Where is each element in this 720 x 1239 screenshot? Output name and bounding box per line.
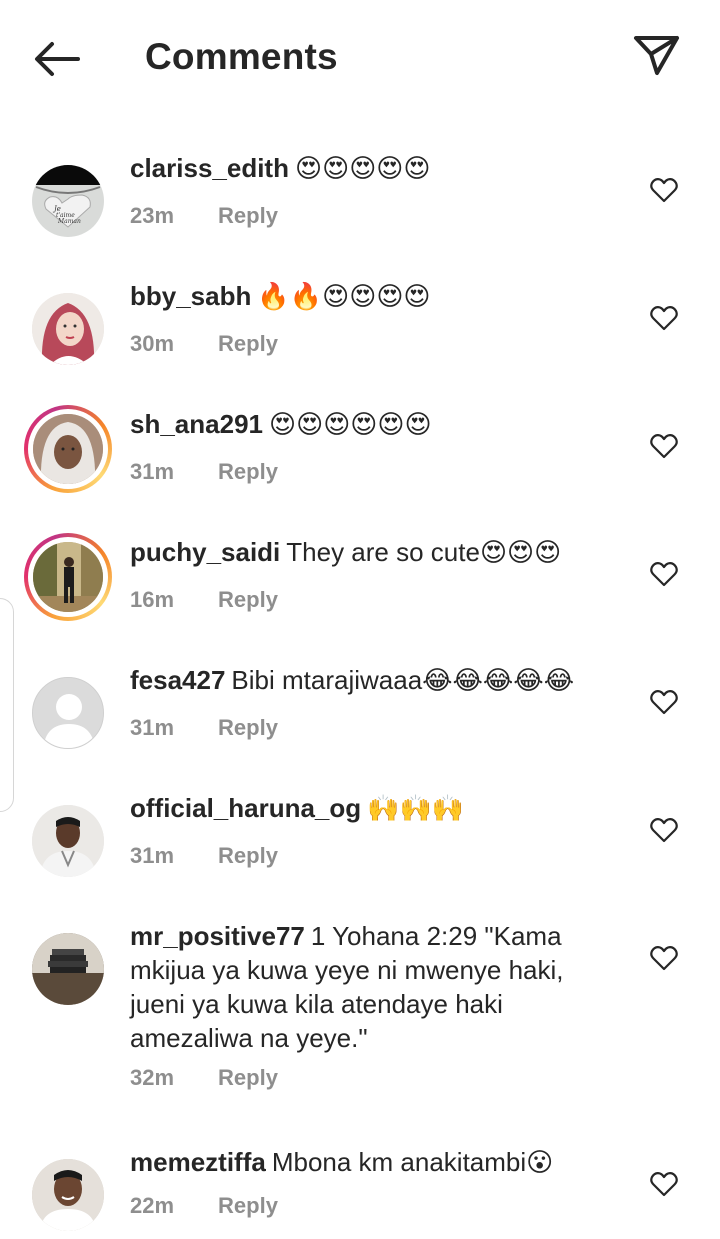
comment-emoji: 😍😍😍😍😍😍 xyxy=(268,410,432,440)
woman-hijab-avatar xyxy=(33,414,103,484)
comment-body: puchy_saidi They are so cute😍😍😍 xyxy=(130,535,630,570)
comment-username[interactable]: mr_positive77 xyxy=(130,921,305,951)
comment-text: Mbona km anakitambi xyxy=(271,1147,527,1177)
comment-time: 31m xyxy=(130,715,175,740)
young-man-avatar xyxy=(32,805,104,877)
comment-username[interactable]: sh_ana291 xyxy=(130,409,263,439)
comment-username[interactable]: puchy_saidi xyxy=(130,537,280,567)
books-avatar xyxy=(32,933,104,1005)
avatar[interactable] xyxy=(24,405,112,493)
avatar[interactable] xyxy=(24,285,112,373)
comment-body: fesa427 Bibi mtarajiwaaa😂😂😂😂😂 xyxy=(130,663,630,698)
illustrated-woman-avatar xyxy=(32,293,104,365)
comment-body: sh_ana291 😍😍😍😍😍😍 xyxy=(130,407,630,442)
comment-time: 22m xyxy=(130,1193,175,1218)
comment-time: 31m xyxy=(130,459,175,484)
comment-emoji: 😍😍😍😍😍 xyxy=(294,154,431,184)
comment-meta: 31m Reply xyxy=(130,843,278,869)
comment-body: mr_positive77 1 Yohana 2:29 "Kama mkijua … xyxy=(130,919,610,1056)
smiling-person-avatar xyxy=(32,1159,104,1231)
heart-icon[interactable] xyxy=(650,689,678,715)
comment-emoji: 🙌🙌🙌 xyxy=(367,794,465,824)
heart-icon[interactable] xyxy=(650,177,678,203)
comment-time: 16m xyxy=(130,587,175,612)
comment-text: Bibi mtarajiwaaa xyxy=(231,665,423,695)
comment-body: clariss_edith 😍😍😍😍😍 xyxy=(130,151,630,186)
reply-button[interactable]: Reply xyxy=(218,715,278,740)
comment-time: 23m xyxy=(130,203,175,228)
comment-username[interactable]: fesa427 xyxy=(130,665,225,695)
comment-meta: 16m Reply xyxy=(130,587,278,613)
comment-emoji: 😮 xyxy=(526,1148,554,1178)
heart-necklace-avatar: Je t'aime Maman xyxy=(32,165,104,228)
comment-meta: 32m Reply xyxy=(130,1065,278,1091)
default-user-avatar xyxy=(33,678,103,748)
avatar[interactable] xyxy=(24,797,112,885)
comment-username[interactable]: official_haruna_og xyxy=(130,793,361,823)
comment-username[interactable]: memeztiffa xyxy=(130,1147,266,1177)
comment-emoji: 😍😍😍 xyxy=(479,538,562,568)
comment-emoji: 🔥🔥😍😍😍😍 xyxy=(257,282,431,312)
comment-meta: 31m Reply xyxy=(130,459,278,485)
avatar[interactable] xyxy=(24,533,112,621)
avatar[interactable] xyxy=(24,669,112,757)
comment-meta: 30m Reply xyxy=(130,331,278,357)
comment-meta: 31m Reply xyxy=(130,715,278,741)
heart-icon[interactable] xyxy=(650,945,678,971)
back-button[interactable] xyxy=(30,36,84,82)
comment-username[interactable]: bby_sabh xyxy=(130,281,251,311)
reply-button[interactable]: Reply xyxy=(218,1065,278,1090)
avatar[interactable]: Je t'aime Maman xyxy=(24,157,112,245)
comment-body: memeztiffa Mbona km anakitambi😮 xyxy=(130,1145,630,1180)
comment-body: official_haruna_og 🙌🙌🙌 xyxy=(130,791,630,826)
page-title: Comments xyxy=(145,36,338,77)
reply-button[interactable]: Reply xyxy=(218,843,278,868)
man-outdoors-avatar xyxy=(33,542,103,612)
heart-icon[interactable] xyxy=(650,1171,678,1197)
comment-time: 30m xyxy=(130,331,175,356)
heart-icon[interactable] xyxy=(650,817,678,843)
comment-username[interactable]: clariss_edith xyxy=(130,153,289,183)
reply-button[interactable]: Reply xyxy=(218,203,278,228)
comment-time: 32m xyxy=(130,1065,175,1090)
heart-icon[interactable] xyxy=(650,561,678,587)
reply-button[interactable]: Reply xyxy=(218,459,278,484)
side-edge-handle[interactable] xyxy=(0,598,14,812)
reply-button[interactable]: Reply xyxy=(218,1193,278,1218)
arrow-left-icon xyxy=(35,42,80,76)
svg-text:Maman: Maman xyxy=(57,218,81,225)
avatar[interactable] xyxy=(24,1151,112,1239)
avatar[interactable] xyxy=(24,925,112,1013)
reply-button[interactable]: Reply xyxy=(218,331,278,356)
top-app-bar: Comments xyxy=(0,0,720,116)
heart-icon[interactable] xyxy=(650,433,678,459)
comment-text: They are so cute xyxy=(286,537,480,567)
comment-body: bby_sabh 🔥🔥😍😍😍😍 xyxy=(130,279,630,314)
comment-time: 31m xyxy=(130,843,175,868)
comment-emoji: 😂😂😂😂😂 xyxy=(422,666,575,696)
paper-plane-icon xyxy=(634,36,679,75)
heart-icon[interactable] xyxy=(650,305,678,331)
comment-meta: 22m Reply xyxy=(130,1193,278,1219)
share-button[interactable] xyxy=(632,32,680,78)
comment-meta: 23m Reply xyxy=(130,203,278,229)
reply-button[interactable]: Reply xyxy=(218,587,278,612)
